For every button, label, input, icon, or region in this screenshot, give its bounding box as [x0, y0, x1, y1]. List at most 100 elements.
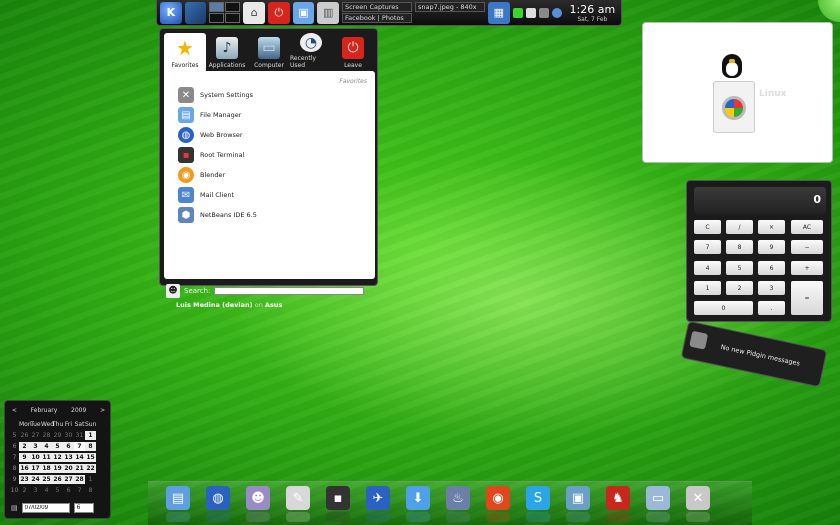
key-8[interactable]: 8 [726, 240, 753, 254]
list-item-netbeans[interactable]: ⬢ NetBeans IDE 6.5 [178, 207, 257, 223]
netbeans-icon[interactable]: ♨ [446, 486, 470, 522]
week-spinbox[interactable]: 6 [73, 503, 94, 513]
calendar-day[interactable]: 8 [85, 487, 96, 494]
calendar-day[interactable]: 9 [19, 453, 30, 462]
calendar-day[interactable]: 19 [52, 464, 63, 473]
screenshot-icon[interactable]: ✎ [286, 486, 310, 522]
calendar-day[interactable]: 6 [63, 442, 74, 451]
key-equals[interactable]: = [791, 281, 823, 315]
kickoff-launcher-button[interactable]: K [160, 1, 182, 24]
calendar-day[interactable]: 29 [52, 432, 63, 439]
task-facebook-photos[interactable]: Facebook | Photos [342, 13, 413, 23]
key-6[interactable]: 6 [758, 261, 785, 275]
key-clear[interactable]: C [694, 220, 721, 234]
tray-chat-icon[interactable] [538, 7, 549, 18]
image-viewer-icon[interactable]: ▣ [566, 486, 590, 522]
calendar-day[interactable]: 2 [19, 487, 30, 494]
list-item-web-browser[interactable]: ◍ Web Browser [178, 127, 243, 143]
show-desktop-icon[interactable] [184, 1, 207, 24]
calendar-day[interactable]: 27 [30, 432, 41, 439]
pidgin-notifier-widget[interactable]: No new Pidgin messages [680, 320, 828, 388]
tab-computer[interactable]: ▭ Computer [248, 33, 290, 71]
calendar-day[interactable]: 30 [63, 432, 74, 439]
blender-icon[interactable]: ◉ [486, 486, 510, 522]
picture-frame-widget[interactable]: Linux [642, 22, 833, 163]
skype-icon[interactable]: S [526, 486, 550, 522]
tab-recently-used[interactable]: ◔ Recently Used [290, 33, 332, 71]
calendar-day[interactable]: 12 [52, 453, 63, 462]
key-decimal[interactable]: . [758, 301, 785, 315]
trash-icon[interactable]: ▥ [317, 1, 340, 24]
calendar-today-icon[interactable]: ▤ [11, 504, 18, 512]
date-input[interactable] [21, 503, 70, 513]
calendar-day[interactable]: 31 [74, 432, 85, 439]
list-item-root-terminal[interactable]: ▪ Root Terminal [178, 147, 244, 163]
desktop-pager[interactable] [209, 2, 241, 23]
key-4[interactable]: 4 [694, 261, 721, 275]
calendar-day[interactable]: 27 [63, 475, 74, 484]
tab-favorites[interactable]: ★ Favorites [164, 33, 206, 71]
calendar-day[interactable]: 5 [52, 487, 63, 494]
list-item-system-settings[interactable]: ✕ System Settings [178, 87, 253, 103]
calendar-day[interactable]: 7 [74, 442, 85, 451]
calendar-day[interactable]: 5 [52, 442, 63, 451]
calendar-day[interactable]: 22 [85, 464, 96, 473]
home-folder-icon[interactable]: ▣ [292, 1, 315, 24]
month-label[interactable]: February [31, 407, 58, 414]
file-manager-icon[interactable]: ▤ [166, 486, 190, 522]
task-screen-captures[interactable]: Screen Captures [342, 2, 413, 12]
tray-green-icon[interactable] [512, 7, 523, 18]
calendar-day[interactable]: 21 [74, 464, 85, 473]
calendar-day[interactable]: 4 [41, 442, 52, 451]
key-all-clear[interactable]: AC [791, 220, 823, 234]
pager-desktop-4[interactable] [225, 13, 241, 23]
key-3[interactable]: 3 [758, 281, 785, 295]
pager-desktop-3[interactable] [209, 13, 225, 23]
calendar-day[interactable]: 4 [41, 487, 52, 494]
calendar-day[interactable]: 3 [30, 487, 41, 494]
year-label[interactable]: 2009 [71, 407, 86, 414]
system-settings-icon[interactable]: ✕ [686, 486, 710, 522]
pidgin-icon[interactable]: ☻ [246, 486, 270, 522]
network-monitor-icon[interactable]: ▦ [488, 1, 510, 24]
calendar-day[interactable]: 11 [41, 453, 52, 462]
calendar-day[interactable]: 8 [85, 442, 96, 451]
tab-leave[interactable]: ⏻ Leave [332, 33, 374, 71]
tab-applications[interactable]: ♪ Applications [206, 33, 248, 71]
calendar-day[interactable]: 25 [41, 475, 52, 484]
calendar-day[interactable]: 3 [30, 442, 41, 451]
calendar-day[interactable]: 10 [30, 453, 41, 462]
key-1[interactable]: 1 [694, 281, 721, 295]
clock[interactable]: 1:26 am Sat, 7 Feb [567, 3, 618, 23]
desktop-toolbox-icon[interactable] [818, 0, 840, 22]
web-browser-icon[interactable]: ◍ [206, 486, 230, 522]
next-month-button[interactable]: > [100, 407, 105, 414]
calendar-day[interactable]: 23 [19, 475, 30, 484]
key-5[interactable]: 5 [726, 261, 753, 275]
thunderbird-icon[interactable]: ✈ [366, 486, 390, 522]
calendar-day[interactable]: 1 [85, 476, 96, 483]
calendar-day[interactable]: 24 [30, 475, 41, 484]
key-2[interactable]: 2 [726, 281, 753, 295]
terminal-icon[interactable]: ▪ [326, 486, 350, 522]
key-plus[interactable]: + [791, 261, 823, 275]
parrot-icon[interactable]: ♞ [606, 486, 630, 522]
key-minus[interactable]: − [791, 240, 823, 254]
computer-icon[interactable]: ▭ [646, 486, 670, 522]
list-item-file-manager[interactable]: ▤ File Manager [178, 107, 241, 123]
calendar-day[interactable]: 15 [85, 453, 96, 462]
calendar-day[interactable]: 17 [30, 464, 41, 473]
tray-network-icon[interactable] [551, 7, 562, 18]
calendar-day[interactable]: 18 [41, 464, 52, 473]
calendar-day[interactable]: 26 [19, 432, 30, 439]
pager-desktop-1[interactable] [209, 2, 225, 12]
pager-desktop-2[interactable] [225, 2, 241, 12]
calendar-day[interactable]: 7 [74, 487, 85, 494]
prev-month-button[interactable]: < [12, 407, 17, 414]
calendar-day[interactable]: 26 [52, 475, 63, 484]
key-7[interactable]: 7 [694, 240, 721, 254]
key-divide[interactable]: / [726, 220, 753, 234]
calendar-day[interactable]: 28 [41, 432, 52, 439]
search-input[interactable] [214, 287, 365, 295]
logout-icon[interactable]: ⏻ [268, 1, 290, 24]
